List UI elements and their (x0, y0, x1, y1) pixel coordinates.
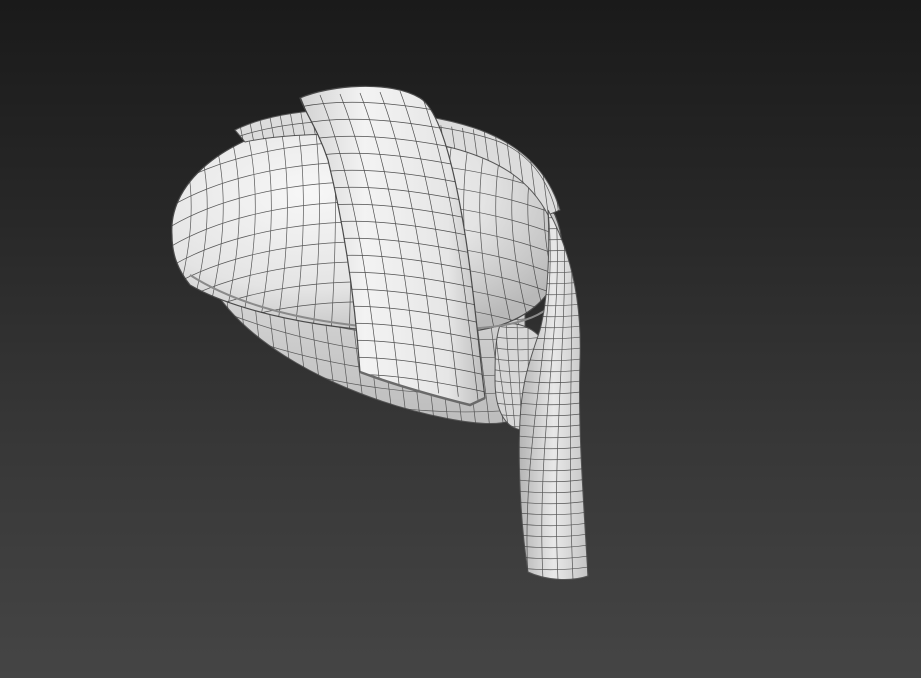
turban-hat-model[interactable] (0, 0, 921, 678)
3d-viewport[interactable] (0, 0, 921, 678)
